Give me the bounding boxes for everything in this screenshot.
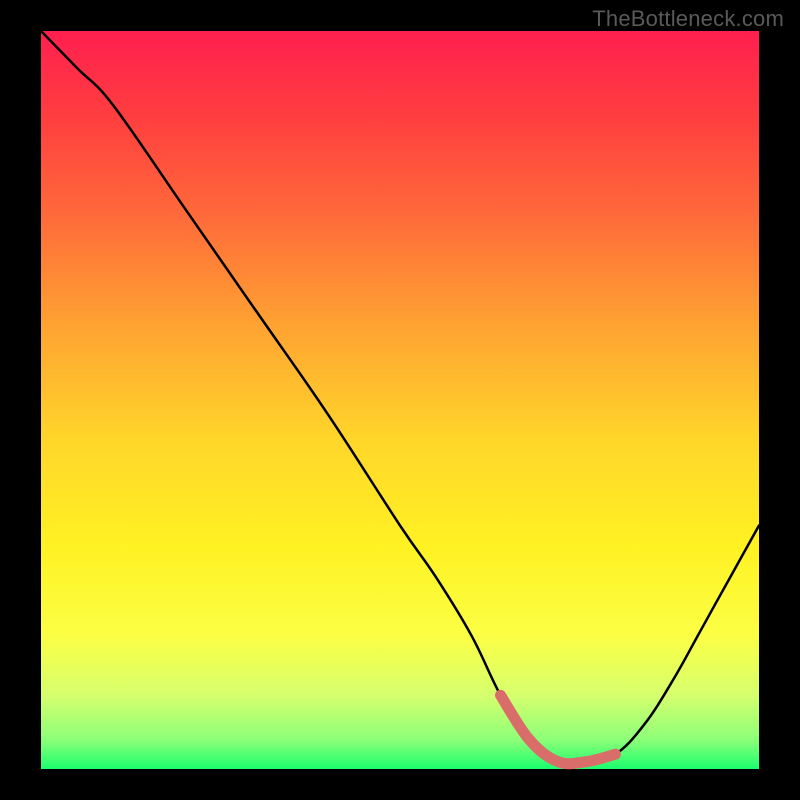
watermark-text: TheBottleneck.com — [592, 6, 784, 32]
chart-container: TheBottleneck.com — [0, 0, 800, 800]
highlight-segment — [501, 695, 616, 764]
plot-area — [41, 31, 759, 769]
curve-svg — [41, 31, 759, 769]
bottleneck-curve — [41, 31, 759, 764]
